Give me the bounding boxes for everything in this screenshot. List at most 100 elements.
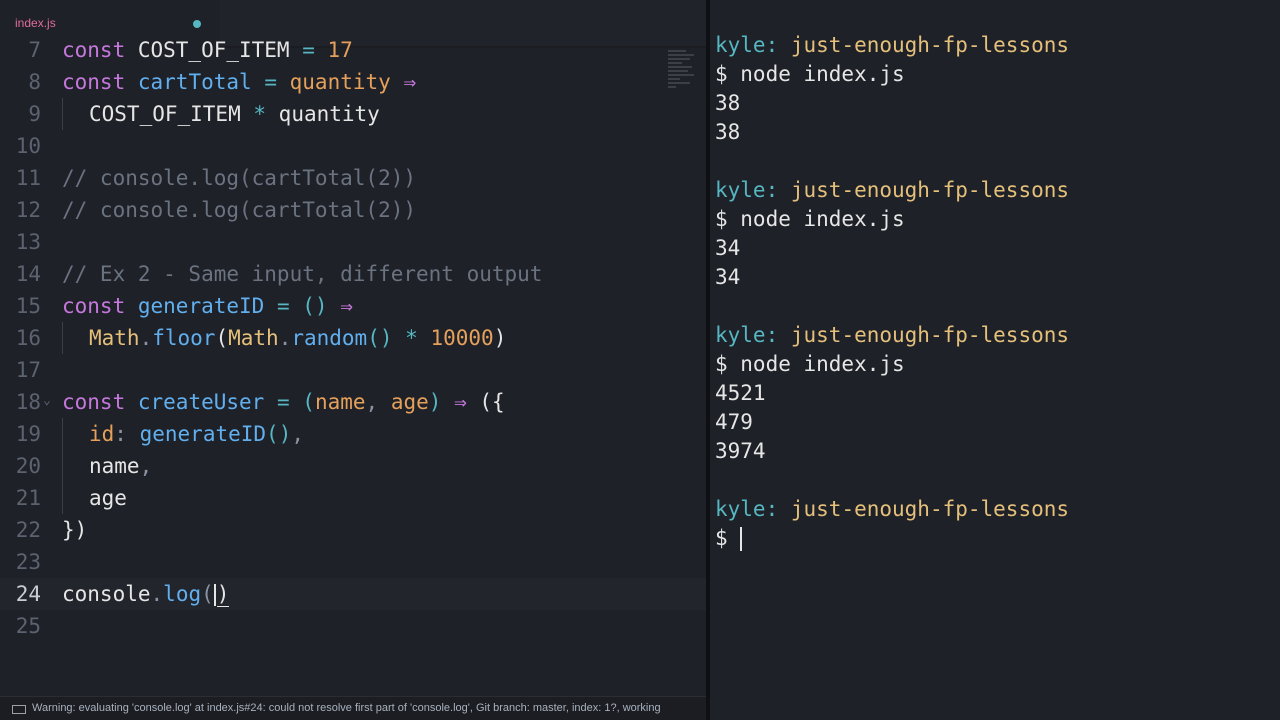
code-token: )	[216, 582, 230, 607]
code-line[interactable]: 11 // console.log(cartTotal(2))	[0, 162, 706, 194]
minimap[interactable]	[668, 50, 696, 96]
command-text: $ node index.js	[715, 62, 905, 86]
code-line[interactable]: 20 name,	[0, 450, 706, 482]
code-line[interactable]: 24 console.log()	[0, 578, 706, 610]
terminal-cursor	[740, 527, 743, 551]
line-number: 13	[15, 230, 41, 254]
line-number: 19	[15, 422, 41, 446]
line-number: 24	[15, 582, 41, 606]
code-token: )	[493, 326, 507, 350]
code-line[interactable]: 25	[0, 610, 706, 642]
line-number: 18	[15, 390, 41, 414]
code-text: id: generateID(),	[62, 418, 304, 450]
line-number: 7	[28, 38, 41, 62]
code-text: // console.log(cartTotal(2))	[62, 194, 416, 226]
code-line[interactable]: 12 // console.log(cartTotal(2))	[0, 194, 706, 226]
code-line[interactable]: 7 const COST_OF_ITEM = 17	[0, 34, 706, 66]
status-bar: Warning: evaluating 'console.log' at ind…	[0, 696, 706, 720]
code-token: generateID	[139, 422, 267, 446]
terminal-output-line: 3974	[715, 439, 766, 463]
line-number: 20	[15, 454, 41, 478]
code-token: console	[62, 582, 151, 606]
code-line[interactable]: 8 const cartTotal = quantity ⇒	[0, 66, 706, 98]
code-line[interactable]: 10	[0, 130, 706, 162]
terminal-output-line: 38	[715, 120, 741, 144]
code-token: ⇒	[340, 294, 353, 318]
terminal-output-line: 34	[715, 236, 741, 260]
prompt-directory: just-enough-fp-lessons	[790, 497, 1070, 521]
prompt-user: kyle:	[715, 323, 779, 347]
code-token: .	[278, 326, 292, 350]
prompt-user: kyle:	[715, 33, 779, 57]
code-token: 17	[314, 38, 353, 62]
code-line[interactable]: 13	[0, 226, 706, 258]
code-line[interactable]: 22})	[0, 514, 706, 546]
prompt-directory: just-enough-fp-lessons	[790, 178, 1070, 202]
terminal-prompt: kyle: just-enough-fp-lessons	[715, 321, 1069, 350]
line-number: 17	[15, 358, 41, 382]
line-number: 23	[15, 550, 41, 574]
status-message: Warning: evaluating 'console.log' at ind…	[32, 702, 661, 714]
terminal-output-line: 4521	[715, 381, 766, 405]
line-number: 25	[15, 614, 41, 638]
code-editor[interactable]: index.js 7 const COST_OF_ITEM = 17 8 const …	[0, 0, 706, 720]
code-token: age	[390, 390, 429, 414]
terminal-icon[interactable]	[12, 705, 26, 714]
command-text: $	[715, 526, 728, 550]
fold-chevron-icon[interactable]: ⌄	[43, 385, 51, 417]
code-line[interactable]: 15 const generateID = () ⇒	[0, 290, 706, 322]
prompt-user: kyle:	[715, 497, 779, 521]
code-token: =	[264, 70, 277, 94]
code-area[interactable]: 7 const COST_OF_ITEM = 17 8 const cartTotal…	[0, 34, 706, 642]
terminal-pane[interactable]: kyle: just-enough-fp-lessons $ node index…	[710, 0, 1280, 720]
code-token: name	[89, 454, 140, 478]
code-line[interactable]: 9 COST_OF_ITEM * quantity	[0, 98, 706, 130]
code-token: age	[89, 486, 127, 510]
code-token: *	[253, 102, 267, 126]
terminal-prompt: kyle: just-enough-fp-lessons	[715, 495, 1069, 524]
code-token: (	[201, 582, 214, 606]
terminal-command: $ node index.js	[715, 205, 1069, 234]
prompt-directory: just-enough-fp-lessons	[790, 323, 1070, 347]
code-token: 10000	[430, 326, 494, 350]
code-token: const	[62, 38, 126, 62]
code-line[interactable]: 18 ⌄ const createUser = (name, age) ⇒ ({	[0, 386, 706, 418]
code-token: =	[276, 390, 290, 414]
code-line[interactable]: 16 Math.floor(Math.random() * 10000)	[0, 322, 706, 354]
code-line[interactable]: 14 // Ex 2 - Same input, different output	[0, 258, 706, 290]
modified-indicator-icon	[193, 20, 201, 28]
text-cursor	[213, 584, 216, 606]
line-number: 14	[15, 262, 41, 286]
code-text: name,	[62, 450, 152, 482]
line-number: 10	[15, 134, 41, 158]
code-token: log	[163, 582, 202, 606]
code-token: =	[302, 38, 315, 62]
code-token: ()	[367, 326, 393, 350]
code-token: id	[89, 422, 115, 446]
prompt-user: kyle:	[715, 178, 779, 202]
code-text: })	[62, 514, 87, 546]
code-line[interactable]: 17	[0, 354, 706, 386]
code-token: // console.log(cartTotal(2))	[62, 198, 417, 222]
code-token: // console.log(cartTotal(2))	[62, 166, 417, 190]
code-token: ⇒	[454, 390, 467, 414]
code-line[interactable]: 23	[0, 546, 706, 578]
code-token: random	[291, 326, 368, 350]
line-number: 16	[15, 326, 41, 350]
code-token: .	[150, 582, 164, 606]
code-token: ⇒	[403, 70, 417, 94]
code-line[interactable]: 19 id: generateID(),	[0, 418, 706, 450]
code-token: quantity	[266, 102, 380, 126]
code-line[interactable]: 21 age	[0, 482, 706, 514]
line-number: 9	[28, 102, 41, 126]
